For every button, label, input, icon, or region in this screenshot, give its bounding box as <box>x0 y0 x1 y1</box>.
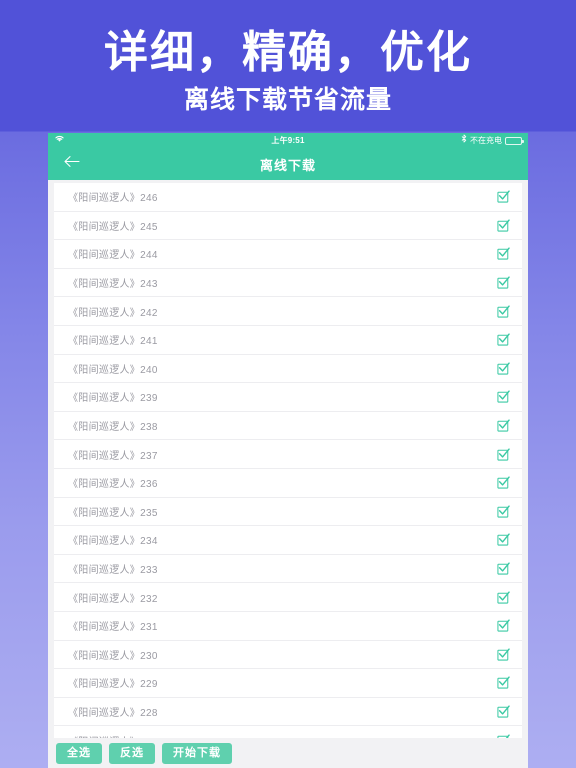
checkbox-checked-icon[interactable] <box>497 733 510 738</box>
start-download-button[interactable]: 开始下载 <box>162 742 232 764</box>
list-item[interactable]: 《阳间巡逻人》233 <box>54 555 522 584</box>
nav-bar: 离线下载 <box>48 148 528 180</box>
checkbox-checked-icon[interactable] <box>497 333 510 346</box>
list-item-label: 《阳间巡逻人》237 <box>68 450 158 462</box>
list-item-label: 《阳间巡逻人》236 <box>68 479 158 491</box>
checkbox-checked-icon[interactable] <box>497 362 510 375</box>
list-item[interactable]: 《阳间巡逻人》234 <box>54 526 522 555</box>
arrow-left-icon <box>63 155 80 173</box>
charge-status-label: 不在充电 <box>470 136 502 145</box>
promo-title: 详细，精确，优化 <box>104 28 472 77</box>
promo-subtitle: 离线下载节省流量 <box>183 86 392 114</box>
promo-header: 详细，精确，优化 离线下载节省流量 <box>0 0 576 132</box>
device-screenshot: 上午9:51 不在充电 离线下载 《阳间巡逻人》246 《阳间巡逻人》245 《… <box>48 133 528 768</box>
checkbox-checked-icon[interactable] <box>497 676 510 689</box>
checkbox-checked-icon[interactable] <box>497 648 510 661</box>
bluetooth-icon <box>461 133 467 148</box>
list-item[interactable]: 《阳间巡逻人》240 <box>54 355 522 384</box>
list-item-label: 《阳间巡逻人》243 <box>68 279 158 291</box>
checkbox-checked-icon[interactable] <box>497 247 510 261</box>
checkbox-checked-icon[interactable] <box>497 476 510 489</box>
list-item[interactable]: 《阳间巡逻人》237 <box>54 440 522 469</box>
list-item-label: 《阳间巡逻人》227 <box>68 733 497 738</box>
checkbox-checked-icon[interactable] <box>497 448 510 461</box>
list-item[interactable]: 《阳间巡逻人》229 <box>54 669 522 698</box>
checkbox-checked-icon[interactable] <box>497 419 510 432</box>
list-item-label: 《阳间巡逻人》245 <box>68 221 158 233</box>
checkbox-checked-icon[interactable] <box>497 562 510 575</box>
checkbox-checked-icon[interactable] <box>497 505 510 518</box>
checkbox-checked-icon[interactable] <box>497 190 510 203</box>
list-item[interactable]: 《阳间巡逻人》230 <box>54 641 522 670</box>
status-bar-right: 不在充电 <box>461 133 524 148</box>
list-item-label: 《阳间巡逻人》240 <box>68 364 158 376</box>
checkbox-checked-icon[interactable] <box>497 705 510 718</box>
list-item-label: 《阳间巡逻人》228 <box>68 707 158 719</box>
status-bar-left <box>54 133 208 148</box>
list-item-label: 《阳间巡逻人》235 <box>68 507 158 519</box>
bottom-toolbar: 全选 反选 开始下载 <box>48 738 528 768</box>
page-title: 离线下载 <box>259 157 316 173</box>
checkbox-checked-icon[interactable] <box>497 591 510 604</box>
list-item[interactable]: 《阳间巡逻人》232 <box>54 583 522 612</box>
list-item-label: 《阳间巡逻人》234 <box>68 536 158 548</box>
list-item-label: 《阳间巡逻人》239 <box>68 393 158 405</box>
list-item[interactable]: 《阳间巡逻人》242 <box>54 297 522 326</box>
list-item[interactable]: 《阳间巡逻人》244 <box>54 240 522 269</box>
list-item[interactable]: 《阳间巡逻人》241 <box>54 326 522 355</box>
battery-icon <box>505 136 524 145</box>
list-item-label: 《阳间巡逻人》229 <box>68 679 158 691</box>
download-list-region: 《阳间巡逻人》246 《阳间巡逻人》245 《阳间巡逻人》244 《阳间巡逻人》243… <box>48 180 528 738</box>
list-item[interactable]: 《阳间巡逻人》239 <box>54 383 522 412</box>
checkbox-checked-icon[interactable] <box>497 219 510 232</box>
list-item-label: 《阳间巡逻人》231 <box>68 622 158 634</box>
checkbox-checked-icon[interactable] <box>497 533 510 547</box>
status-bar: 上午9:51 不在充电 <box>48 133 528 148</box>
list-item-label: 《阳间巡逻人》244 <box>68 250 158 262</box>
download-list[interactable]: 《阳间巡逻人》246 《阳间巡逻人》245 《阳间巡逻人》244 《阳间巡逻人》243… <box>54 183 522 738</box>
list-item[interactable]: 《阳间巡逻人》236 <box>54 469 522 498</box>
list-item-label: 《阳间巡逻人》232 <box>68 593 158 605</box>
list-item-label: 《阳间巡逻人》246 <box>68 193 158 205</box>
back-button[interactable] <box>48 148 94 180</box>
list-item-label: 《阳间巡逻人》241 <box>68 336 158 348</box>
list-item[interactable]: 《阳间巡逻人》227 <box>54 726 522 738</box>
list-item[interactable]: 《阳间巡逻人》246 <box>54 183 522 212</box>
wifi-icon <box>54 133 65 148</box>
checkbox-checked-icon[interactable] <box>497 619 510 632</box>
list-item[interactable]: 《阳间巡逻人》238 <box>54 412 522 441</box>
list-item[interactable]: 《阳间巡逻人》228 <box>54 698 522 727</box>
checkbox-checked-icon[interactable] <box>497 276 510 289</box>
checkbox-checked-icon[interactable] <box>497 305 510 318</box>
list-item[interactable]: 《阳间巡逻人》231 <box>54 612 522 641</box>
checkbox-checked-icon[interactable] <box>497 390 510 404</box>
list-item-label: 《阳间巡逻人》242 <box>68 307 158 319</box>
list-item[interactable]: 《阳间巡逻人》245 <box>54 212 522 241</box>
promo-page: 详细，精确，优化 离线下载节省流量 上午9:51 不在充电 离线下载 《阳间巡逻… <box>0 0 576 768</box>
select-all-button[interactable]: 全选 <box>56 742 102 764</box>
invert-selection-button[interactable]: 反选 <box>109 742 155 764</box>
list-item-label: 《阳间巡逻人》230 <box>68 650 158 662</box>
list-item[interactable]: 《阳间巡逻人》235 <box>54 498 522 527</box>
list-item-label: 《阳间巡逻人》238 <box>68 422 158 434</box>
list-item-label: 《阳间巡逻人》233 <box>68 565 158 577</box>
list-item[interactable]: 《阳间巡逻人》243 <box>54 269 522 298</box>
